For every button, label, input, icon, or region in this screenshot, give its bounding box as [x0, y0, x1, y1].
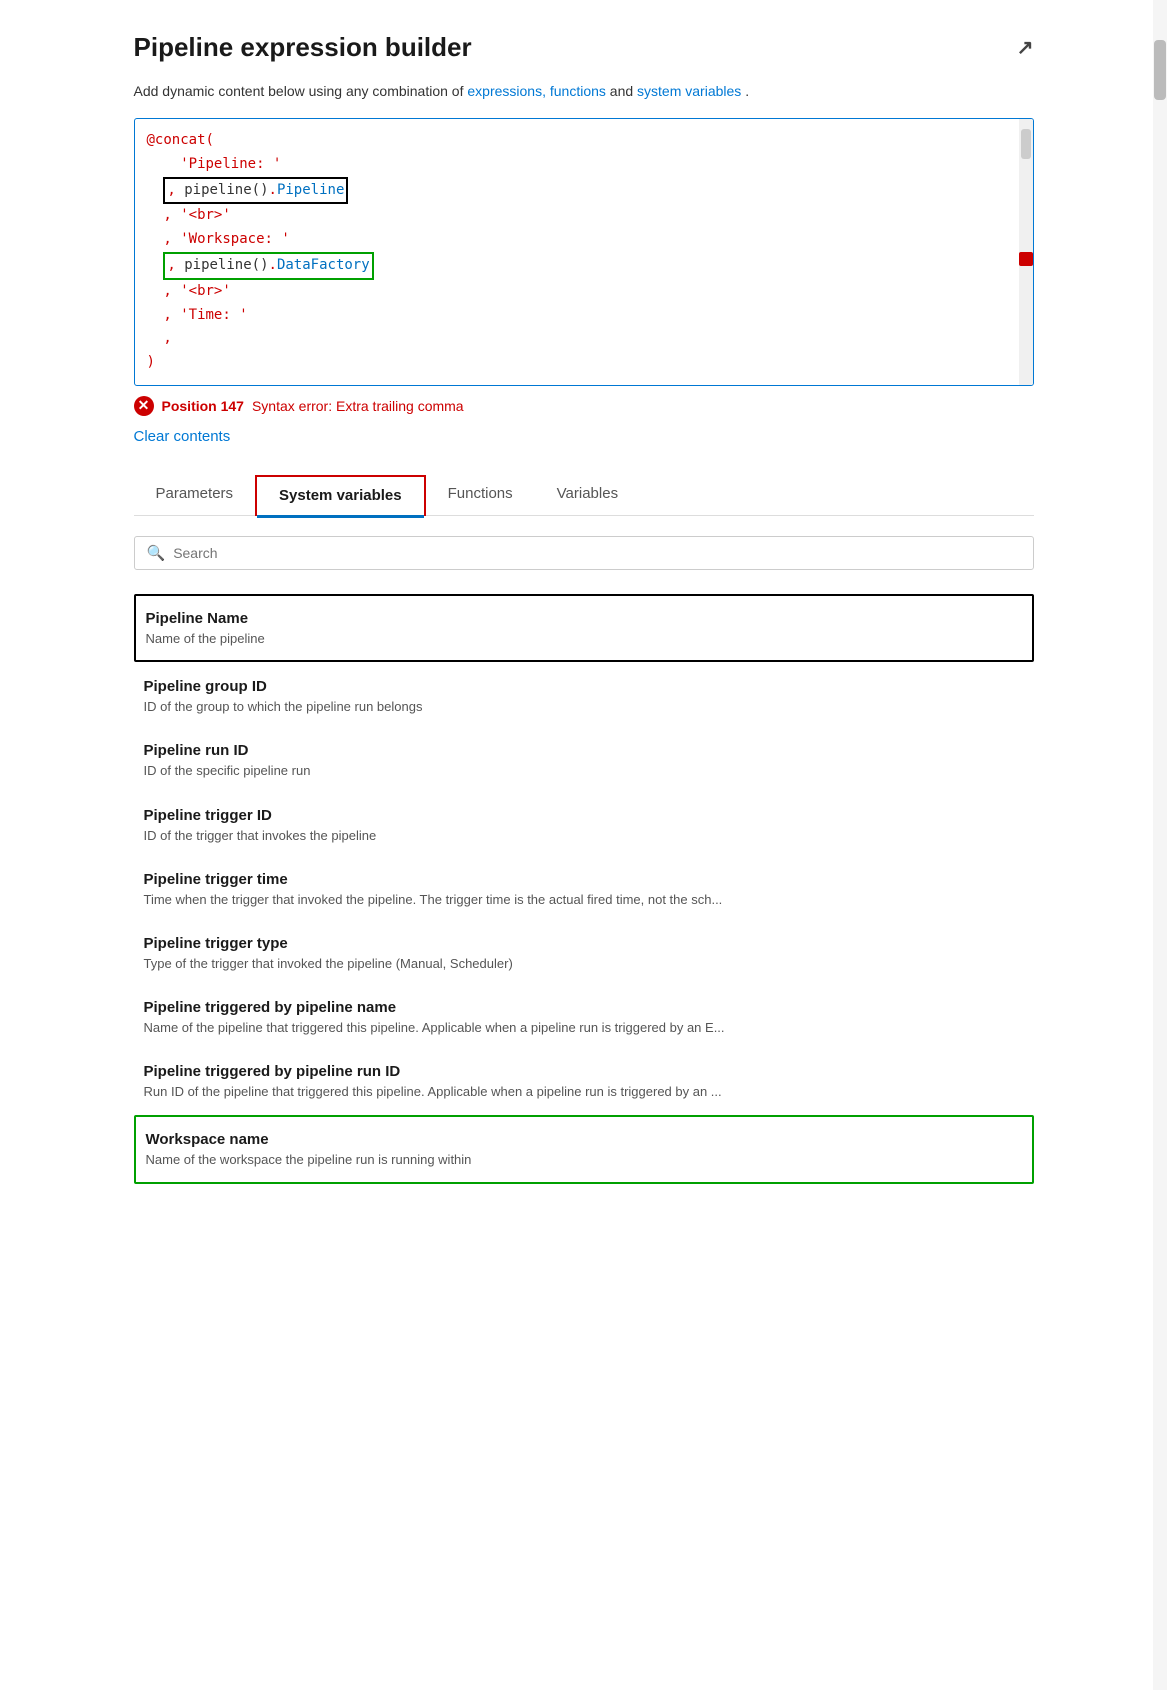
description-text-after: .: [745, 83, 749, 99]
description-text-before: Add dynamic content below using any comb…: [134, 83, 468, 99]
panel-description: Add dynamic content below using any comb…: [134, 81, 1034, 102]
var-name: Pipeline trigger type: [144, 935, 1024, 952]
code-editor-scrollbar[interactable]: [1019, 119, 1033, 385]
code-editor-scrollbar-thumb: [1021, 129, 1031, 159]
code-editor-scrollbar-indicator: [1019, 252, 1033, 266]
panel-title: Pipeline expression builder: [134, 32, 472, 63]
var-name: Pipeline group ID: [144, 678, 1024, 695]
list-item[interactable]: Pipeline Name Name of the pipeline: [134, 594, 1034, 662]
code-content: @concat( 'Pipeline: ' , pipeline().Pipel…: [147, 129, 1021, 375]
code-editor[interactable]: @concat( 'Pipeline: ' , pipeline().Pipel…: [134, 118, 1034, 386]
search-input[interactable]: [173, 545, 1020, 561]
list-item[interactable]: Pipeline trigger type Type of the trigger…: [134, 921, 1034, 985]
list-item[interactable]: Pipeline trigger ID ID of the trigger tha…: [134, 793, 1034, 857]
list-item[interactable]: Pipeline trigger time Time when the trigg…: [134, 857, 1034, 921]
expressions-functions-link[interactable]: expressions, functions: [467, 83, 606, 99]
list-item[interactable]: Pipeline run ID ID of the specific pipeli…: [134, 728, 1034, 792]
tab-variables[interactable]: Variables: [535, 475, 640, 515]
system-variables-link[interactable]: system variables: [637, 83, 741, 99]
var-name: Pipeline triggered by pipeline name: [144, 999, 1024, 1016]
var-desc: Name of the workspace the pipeline run i…: [146, 1151, 1022, 1169]
var-desc: ID of the specific pipeline run: [144, 762, 1024, 780]
clear-contents-button[interactable]: Clear contents: [134, 428, 231, 445]
list-item[interactable]: Pipeline triggered by pipeline run ID Run…: [134, 1049, 1034, 1113]
var-desc: Time when the trigger that invoked the p…: [144, 891, 1024, 909]
tab-functions[interactable]: Functions: [426, 475, 535, 515]
error-message: Syntax error: Extra trailing comma: [252, 398, 464, 414]
tabs-bar: Parameters System variables Functions Va…: [134, 475, 1034, 516]
var-name: Pipeline trigger ID: [144, 807, 1024, 824]
search-box[interactable]: 🔍: [134, 536, 1034, 570]
description-text-middle: and: [610, 83, 637, 99]
error-icon: ✕: [134, 396, 154, 416]
var-name: Pipeline trigger time: [144, 871, 1024, 888]
page-scrollbar-thumb: [1154, 40, 1166, 100]
panel-title-row: Pipeline expression builder ↗: [134, 32, 1034, 63]
list-item[interactable]: Pipeline triggered by pipeline name Name …: [134, 985, 1034, 1049]
var-name: Pipeline run ID: [144, 742, 1024, 759]
search-icon: 🔍: [147, 544, 166, 562]
var-name: Pipeline Name: [146, 610, 1022, 627]
error-position: Position 147: [162, 398, 244, 414]
page-scrollbar[interactable]: [1153, 0, 1167, 1690]
error-line: ✕ Position 147 Syntax error: Extra trail…: [134, 396, 1034, 416]
var-desc: Name of the pipeline that triggered this…: [144, 1019, 1024, 1037]
variable-list: Pipeline NameName of the pipelinePipelin…: [134, 592, 1034, 1186]
var-desc: ID of the trigger that invokes the pipel…: [144, 827, 1024, 845]
expand-icon[interactable]: ↗: [1017, 35, 1034, 60]
tab-system-variables[interactable]: System variables: [255, 475, 426, 516]
var-name: Workspace name: [146, 1131, 1022, 1148]
var-desc: Run ID of the pipeline that triggered th…: [144, 1083, 1024, 1101]
list-item[interactable]: Workspace name Name of the workspace the …: [134, 1115, 1034, 1183]
var-name: Pipeline triggered by pipeline run ID: [144, 1063, 1024, 1080]
var-desc: ID of the group to which the pipeline ru…: [144, 698, 1024, 716]
var-desc: Type of the trigger that invoked the pip…: [144, 955, 1024, 973]
tab-parameters[interactable]: Parameters: [134, 475, 256, 515]
var-desc: Name of the pipeline: [146, 630, 1022, 648]
list-item[interactable]: Pipeline group ID ID of the group to whic…: [134, 664, 1034, 728]
